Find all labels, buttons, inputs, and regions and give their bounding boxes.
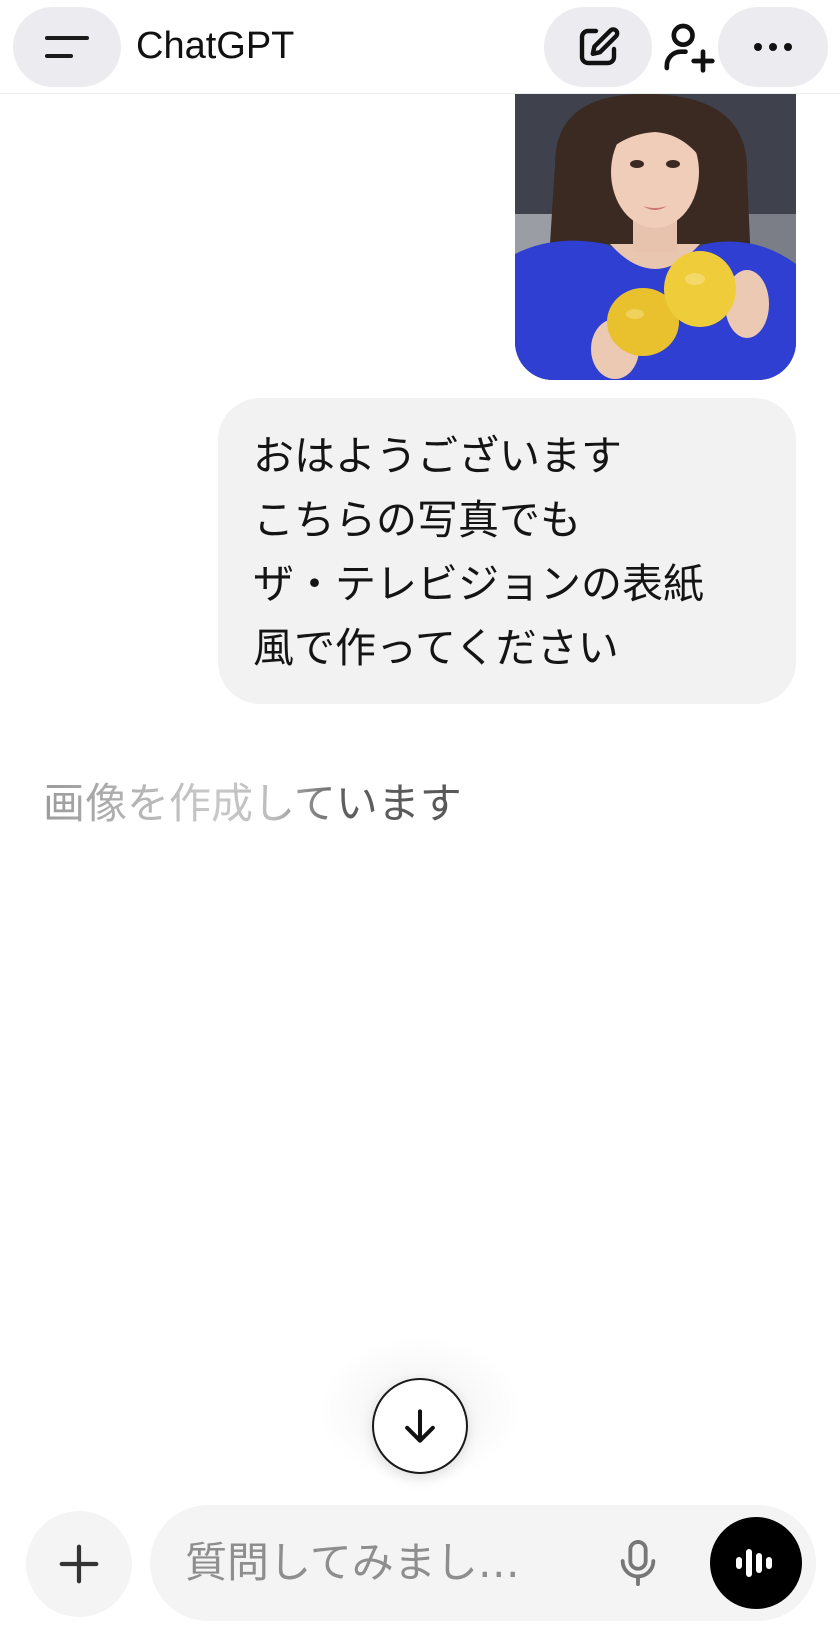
user-photo-image [515, 94, 796, 380]
voice-mode-icon [736, 1549, 772, 1577]
menu-button[interactable] [13, 7, 121, 87]
attach-button[interactable] [26, 1511, 132, 1617]
user-message-line: おはようございます [253, 432, 622, 480]
chat-app: ChatGPT おはようございます こちらの写真でも ザ・テレビジョンの表紙 風… [0, 0, 840, 1643]
new-chat-button[interactable] [544, 7, 652, 87]
add-user-button[interactable] [656, 14, 722, 80]
voice-mode-button[interactable] [710, 1517, 802, 1609]
arrow-down-icon [405, 1409, 435, 1443]
user-message-line: ザ・テレビジョンの表紙 [253, 560, 704, 608]
user-photo[interactable] [515, 94, 796, 380]
menu-icon [45, 34, 89, 60]
add-user-icon [664, 23, 715, 73]
message-composer [150, 1505, 816, 1621]
mic-icon [620, 1540, 656, 1586]
header-bar: ChatGPT [0, 0, 840, 94]
user-message-line: こちらの写真でも [253, 496, 581, 544]
plus-icon [59, 1544, 99, 1584]
more-options-button[interactable] [718, 7, 828, 87]
user-message-bubble: おはようございます こちらの写真でも ザ・テレビジョンの表紙 風で作ってください [218, 398, 796, 704]
user-message-line: 風で作ってください [253, 624, 619, 672]
dictation-button[interactable] [610, 1535, 666, 1591]
app-title[interactable]: ChatGPT [136, 22, 294, 70]
scroll-to-bottom-button[interactable] [372, 1378, 468, 1474]
more-icon [754, 43, 792, 51]
message-input[interactable] [185, 1533, 565, 1593]
edit-icon [579, 27, 620, 66]
image-generation-status: 画像を作成しています [43, 776, 462, 832]
